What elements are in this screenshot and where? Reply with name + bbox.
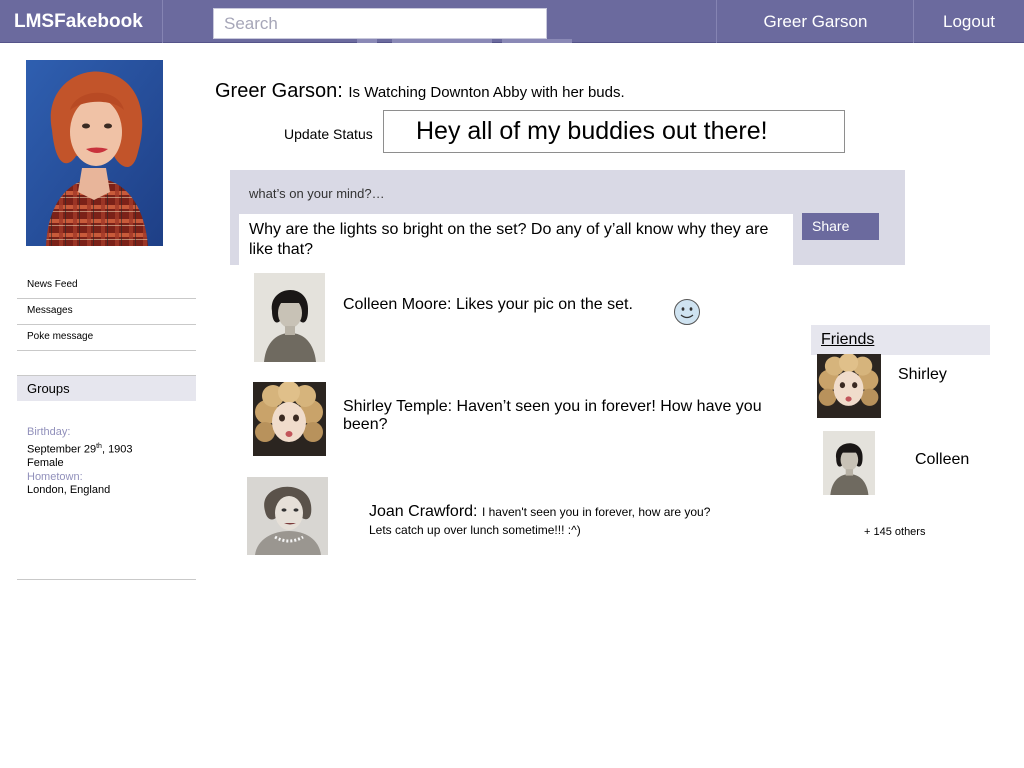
avatar-portrait-icon (823, 431, 875, 495)
brand-logo[interactable]: LMSFakebook (0, 0, 163, 43)
sidebar-divider (17, 579, 196, 580)
avatar-portrait-icon (247, 477, 328, 555)
hometown-label: Hometown: (27, 470, 83, 483)
feed-avatar-joan[interactable] (247, 477, 328, 555)
avatar-portrait-icon (817, 354, 881, 418)
gender-value: Female (27, 457, 64, 470)
friend-avatar-shirley[interactable] (817, 354, 881, 418)
status-text: Is Watching Downton Abby with her buds. (348, 84, 625, 101)
status-name: Greer Garson: (215, 80, 343, 102)
friend-name-colleen[interactable]: Colleen (915, 451, 969, 469)
avatar-portrait-icon (253, 382, 326, 456)
profile-info: Birthday: September 29th, 1903 Female Ho… (27, 426, 133, 498)
search-divider (357, 39, 377, 43)
nav-user-link[interactable]: Greer Garson (716, 0, 914, 43)
composer-prompt: what’s on your mind?… (249, 186, 385, 201)
birthday-year: , 1903 (101, 443, 133, 456)
friends-header[interactable]: Friends (811, 325, 990, 355)
feed-message: Likes your pic on the set. (455, 296, 633, 313)
sidebar-item-messages[interactable]: Messages (17, 299, 196, 325)
feed-item-joan: Joan Crawford: I haven't seen you in for… (369, 503, 719, 539)
feed-author[interactable]: Shirley Temple: (343, 398, 452, 415)
birthday-label: Birthday: (27, 426, 71, 438)
friend-avatar-colleen[interactable] (823, 431, 875, 495)
sidebar-item-poke-message[interactable]: Poke message (17, 325, 196, 351)
friend-name-shirley[interactable]: Shirley (898, 366, 947, 384)
feed-item-shirley: Shirley Temple: Haven’t seen you in fore… (343, 398, 773, 434)
birthday-day: September 29 (27, 443, 97, 456)
hometown-value: London, England (27, 484, 111, 497)
profile-photo[interactable] (26, 60, 163, 246)
side-menu: News Feed Messages Poke message (17, 273, 196, 351)
search-divider (502, 39, 572, 43)
feed-author[interactable]: Colleen Moore: (343, 296, 452, 313)
post-composer: what’s on your mind?… Why are the lights… (230, 170, 905, 265)
current-status: Greer Garson: Is Watching Downton Abby w… (215, 80, 625, 103)
feed-item-colleen: Colleen Moore: Likes your pic on the set… (343, 296, 633, 314)
search-input[interactable] (213, 8, 547, 39)
feed-author[interactable]: Joan Crawford: (369, 503, 478, 520)
feed-avatar-colleen[interactable] (254, 273, 325, 362)
birthday-value: September 29th, 1903 (27, 440, 133, 457)
share-button[interactable]: Share (802, 213, 879, 240)
sidebar-groups[interactable]: Groups (17, 375, 196, 401)
top-bar: LMSFakebook Greer Garson Logout (0, 0, 1024, 43)
friends-others-link[interactable]: + 145 others (864, 526, 925, 538)
logout-button[interactable]: Logout (913, 0, 1024, 43)
search-divider (392, 39, 492, 43)
profile-portrait-icon (26, 60, 163, 246)
composer-textarea[interactable]: Why are the lights so bright on the set?… (239, 214, 793, 265)
update-status-input[interactable]: Hey all of my buddies out there! (383, 110, 845, 153)
smiley-icon (674, 299, 700, 325)
avatar-portrait-icon (254, 273, 325, 362)
sidebar-item-news-feed[interactable]: News Feed (17, 273, 196, 299)
update-status-label: Update Status (284, 126, 373, 142)
feed-avatar-shirley[interactable] (253, 382, 326, 456)
